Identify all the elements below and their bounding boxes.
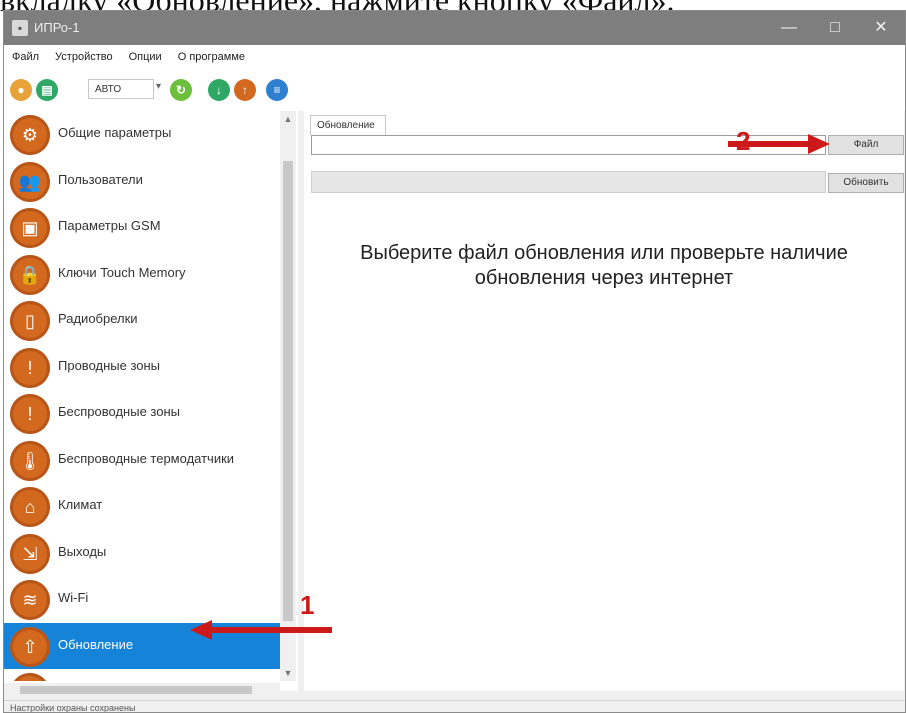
remote-icon: ▯ (10, 301, 50, 341)
download-icon[interactable]: ↓ (208, 79, 230, 101)
sidebar-item[interactable]: ▣ Параметры GSM (4, 204, 280, 250)
menu-about[interactable]: О программе (170, 45, 253, 69)
sidebar-item[interactable]: ▯ Радиобрелки (4, 297, 280, 343)
outputs-icon: ⇲ (10, 534, 50, 574)
status-bar: Настройки охраны сохранены (4, 700, 905, 712)
scroll-up-icon[interactable]: ▲ (280, 111, 296, 127)
scroll-thumb[interactable] (283, 161, 293, 621)
sidebar-item[interactable]: ! Проводные зоны (4, 344, 280, 390)
chevron-down-icon[interactable]: ▾ (156, 81, 161, 92)
menu-bar: Файл Устройство Опции О программе (4, 45, 905, 69)
wireless-alert-icon: ! (10, 394, 50, 434)
title-bar: ▪ ИПРо-1 — □ ✕ (4, 11, 905, 45)
menu-options[interactable]: Опции (121, 45, 170, 69)
update-progress-bar (311, 171, 826, 193)
sidebar-item[interactable]: ! Беспроводные зоны (4, 390, 280, 436)
sidebar-item[interactable]: ☰Журнал событий (4, 669, 280, 681)
arrow-to-update-item (190, 620, 332, 640)
sidebar-item-label: Радиобрелки (58, 311, 138, 326)
thermometer-icon: 🌡 (10, 441, 50, 481)
arrow-to-file-button (728, 134, 830, 154)
mode-select[interactable]: АВТО (88, 79, 154, 99)
scroll-down-icon[interactable]: ▼ (280, 665, 296, 681)
lock-icon: 🔒 (10, 255, 50, 295)
sidebar: ⚙ Общие параметры 👥 Пользователи ▣ Параметры … (4, 111, 298, 697)
sidebar-item[interactable]: 🌡 Беспроводные термодатчики (4, 437, 280, 483)
log-icon: ☰ (10, 673, 50, 681)
update-button[interactable]: Обновить (828, 173, 904, 193)
sidebar-item[interactable]: 👥 Пользователи (4, 158, 280, 204)
sidebar-item-label: Беспроводные термодатчики (58, 451, 235, 466)
maximize-button[interactable]: □ (812, 11, 858, 45)
sim-icon: ▣ (10, 208, 50, 248)
update-instruction-text: Выберите файл обновления или проверьте н… (360, 242, 848, 289)
sidebar-item[interactable]: 🔒 Ключи Touch Memory (4, 251, 280, 297)
minimize-button[interactable]: — (766, 11, 812, 45)
wifi-icon: ≋ (10, 580, 50, 620)
users-icon: 👥 (10, 162, 50, 202)
sidebar-item-label: Параметры GSM (58, 218, 161, 233)
sidebar-item-label: Беспроводные зоны (58, 404, 180, 419)
connect-icon[interactable]: ● (10, 79, 32, 101)
sidebar-item-label: Пользователи (58, 172, 143, 187)
sidebar-item[interactable]: ⌂ Климат (4, 483, 280, 529)
database-icon[interactable]: ≡ (266, 79, 288, 101)
hscroll-thumb[interactable] (20, 686, 252, 694)
menu-device[interactable]: Устройство (47, 45, 121, 69)
update-panel: Обновление Файл Обновить Выберите файл о… (304, 111, 904, 691)
app-icon: ▪ (12, 20, 28, 36)
sidebar-item-label: Климат (58, 497, 103, 512)
sidebar-nav: ⚙ Общие параметры 👥 Пользователи ▣ Параметры … (4, 111, 280, 681)
settings-icon: ⚙ (10, 115, 50, 155)
app-window: ▪ ИПРо-1 — □ ✕ Файл Устройство Опции О прог… (3, 10, 906, 713)
sidebar-item[interactable]: ⚙ Общие параметры (4, 111, 280, 157)
save-icon[interactable]: ▤ (36, 79, 58, 101)
sidebar-vertical-scrollbar[interactable]: ▲ ▼ (280, 111, 296, 681)
sidebar-item-label: Ключи Touch Memory (58, 265, 186, 280)
close-button[interactable]: ✕ (858, 11, 904, 45)
step-1-marker: 1 (300, 590, 315, 620)
upload-icon[interactable]: ↑ (234, 79, 256, 101)
sidebar-horizontal-scrollbar[interactable] (4, 683, 280, 697)
sidebar-item-label: Проводные зоны (58, 358, 161, 373)
window-title: ИПРо-1 (34, 20, 80, 35)
file-button[interactable]: Файл (828, 135, 904, 155)
refresh-icon[interactable]: ↻ (170, 79, 192, 101)
alert-icon: ! (10, 348, 50, 388)
climate-icon: ⌂ (10, 487, 50, 527)
sidebar-item-label: Wi-Fi (58, 590, 89, 605)
sidebar-item-label: Общие параметры (58, 125, 172, 140)
tab-update[interactable]: Обновление (310, 115, 386, 135)
sidebar-item-label: Обновление (58, 637, 134, 652)
toolbar: ● ▤ АВТО ▾ ↻ ↓ ↑ ≡ (4, 69, 905, 111)
sidebar-item-label: Выходы (58, 544, 107, 559)
sidebar-item[interactable]: ≋ Wi-Fi (4, 576, 280, 622)
update-icon: ⇧ (10, 627, 50, 667)
menu-file[interactable]: Файл (4, 45, 47, 69)
sidebar-item[interactable]: ⇲ Выходы (4, 530, 280, 576)
